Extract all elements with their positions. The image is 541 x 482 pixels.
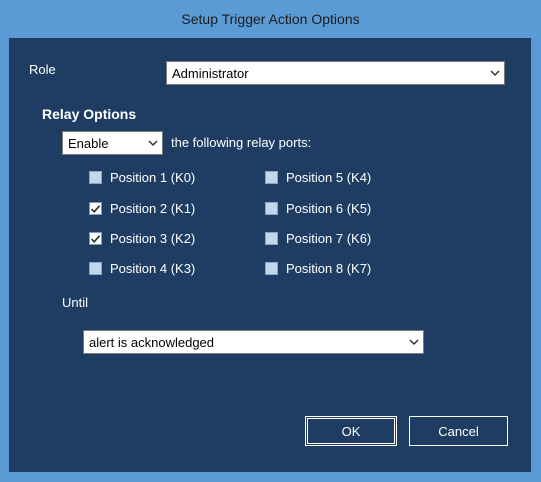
position-4-checkbox[interactable]: Position 4 (K3) — [89, 261, 195, 276]
position-2-checkbox[interactable]: Position 2 (K1) — [89, 201, 195, 216]
position-6-checkbox[interactable]: Position 6 (K5) — [265, 201, 371, 216]
relay-mode-suffix: the following relay ports: — [171, 135, 312, 150]
checkbox-box[interactable] — [89, 262, 102, 275]
chevron-down-icon — [144, 132, 162, 154]
ok-button[interactable]: OK — [304, 415, 398, 447]
relay-options-heading: Relay Options — [42, 106, 137, 122]
checkbox-box-checked[interactable] — [89, 202, 102, 215]
position-label: Position 3 (K2) — [110, 231, 196, 246]
checkmark-icon — [90, 234, 101, 243]
dialog-body: Role Administrator Relay Options Enable … — [9, 38, 531, 472]
until-label: Until — [62, 295, 89, 310]
position-label: Position 1 (K0) — [110, 170, 196, 185]
role-label: Role — [29, 62, 56, 77]
position-8-checkbox[interactable]: Position 8 (K7) — [265, 261, 371, 276]
checkbox-box[interactable] — [265, 202, 278, 215]
until-dropdown[interactable]: alert is acknowledged — [83, 330, 424, 354]
chevron-down-icon — [486, 62, 504, 84]
position-5-checkbox[interactable]: Position 5 (K4) — [265, 170, 371, 185]
position-label: Position 2 (K1) — [110, 201, 196, 216]
cancel-button[interactable]: Cancel — [408, 415, 509, 447]
checkbox-box[interactable] — [265, 262, 278, 275]
position-label: Position 6 (K5) — [286, 201, 372, 216]
role-dropdown[interactable]: Administrator — [166, 61, 505, 85]
position-label: Position 8 (K7) — [286, 261, 372, 276]
checkbox-box[interactable] — [89, 171, 102, 184]
relay-mode-dropdown[interactable]: Enable — [62, 131, 163, 155]
until-value: alert is acknowledged — [89, 334, 215, 350]
position-1-checkbox[interactable]: Position 1 (K0) — [89, 170, 195, 185]
chevron-down-icon — [405, 331, 423, 353]
position-label: Position 7 (K6) — [286, 231, 372, 246]
relay-mode-value: Enable — [68, 135, 109, 151]
checkbox-box-checked[interactable] — [89, 232, 102, 245]
checkbox-box[interactable] — [265, 171, 278, 184]
position-label: Position 4 (K3) — [110, 261, 196, 276]
position-3-checkbox[interactable]: Position 3 (K2) — [89, 231, 195, 246]
title-bar: Setup Trigger Action Options — [0, 0, 541, 38]
checkmark-icon — [90, 204, 101, 213]
dialog-window: Setup Trigger Action Options Role Admini… — [0, 0, 541, 482]
position-7-checkbox[interactable]: Position 7 (K6) — [265, 231, 371, 246]
position-label: Position 5 (K4) — [286, 170, 372, 185]
role-value: Administrator — [172, 65, 249, 81]
checkbox-box[interactable] — [265, 232, 278, 245]
window-title: Setup Trigger Action Options — [181, 11, 360, 27]
